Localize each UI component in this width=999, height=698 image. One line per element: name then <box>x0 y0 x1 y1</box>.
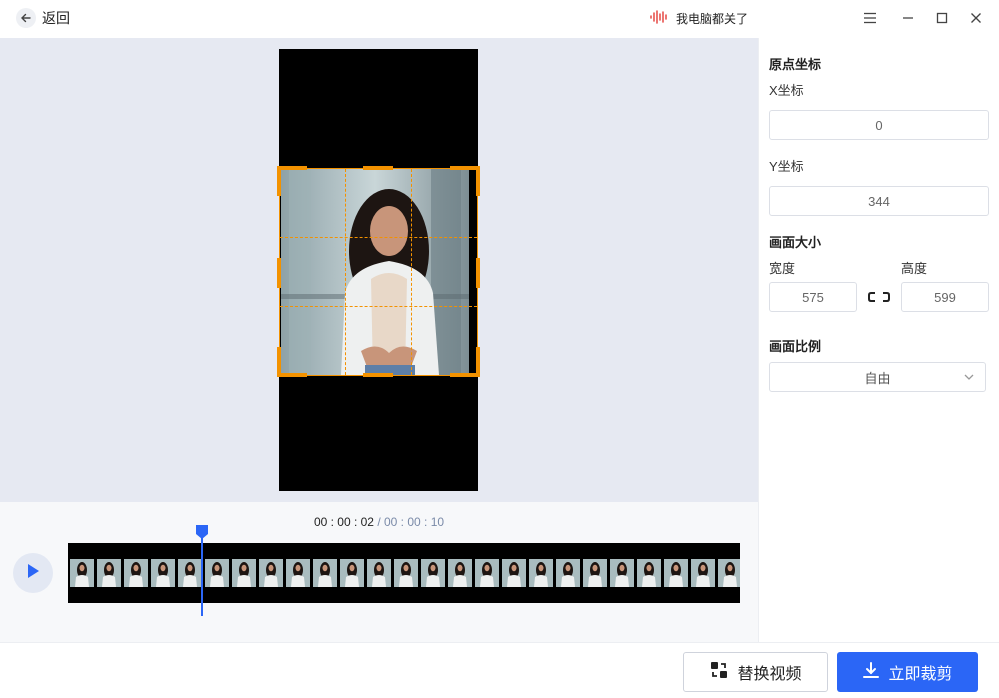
filmstrip-thumbnail <box>421 559 445 587</box>
filmstrip-thumbnail <box>286 559 310 587</box>
x-label: X坐标 <box>769 83 804 98</box>
filmstrip-thumbnail <box>502 559 526 587</box>
back-arrow-icon <box>16 8 36 28</box>
replace-video-label: 替换视频 <box>737 666 802 683</box>
filmstrip-thumbnail <box>178 559 202 587</box>
height-field[interactable]: 599 <box>901 282 989 312</box>
video-frame <box>277 49 480 491</box>
chevron-down-icon <box>963 371 975 386</box>
filmstrip-thumbnail <box>448 559 472 587</box>
origin-title: 原点坐标 <box>769 57 822 72</box>
filmstrip-thumbnail <box>124 559 148 587</box>
grid-line <box>345 169 346 375</box>
ratio-select[interactable]: 自由 <box>769 362 986 392</box>
timeline: 00 : 00 : 02 / 00 : 00 : 10 <box>0 502 758 642</box>
ratio-value: 自由 <box>864 370 891 386</box>
width-field[interactable]: 575 <box>769 282 857 312</box>
replace-icon <box>709 660 729 685</box>
play-button[interactable] <box>13 553 53 593</box>
y-label: Y坐标 <box>769 159 804 174</box>
replace-video-button[interactable]: 替换视频 <box>683 652 828 692</box>
filmstrip-thumbnail <box>475 559 499 587</box>
filmstrip-thumbnail <box>340 559 364 587</box>
crop-handle-top-left[interactable] <box>277 166 307 170</box>
timecode: 00 : 00 : 02 / 00 : 00 : 10 <box>0 515 758 529</box>
crop-handle-right[interactable] <box>476 258 480 288</box>
filmstrip-thumbnail <box>367 559 391 587</box>
filmstrip-thumbnail <box>664 559 688 587</box>
filmstrip-thumbnail <box>97 559 121 587</box>
grid-line <box>280 237 477 238</box>
crop-box[interactable] <box>277 166 480 377</box>
settings-panel: 原点坐标 X坐标 0 Y坐标 344 画面大小 宽度 高度 575 599 画面… <box>758 38 999 642</box>
current-time: 00 : 00 : 02 <box>313 515 374 529</box>
filmstrip-thumbnail <box>313 559 337 587</box>
filmstrip-thumbnail <box>691 559 715 587</box>
size-title: 画面大小 <box>769 235 822 250</box>
menu-icon[interactable] <box>861 9 879 27</box>
back-button[interactable]: 返回 <box>16 8 70 28</box>
filmstrip-thumbnail <box>232 559 256 587</box>
minimize-icon[interactable] <box>899 9 917 27</box>
x-field[interactable]: 0 <box>769 110 989 140</box>
crop-handle-top-right[interactable] <box>476 166 480 196</box>
app-title: 我电脑都关了 <box>650 10 748 27</box>
crop-handle-top-left[interactable] <box>277 166 281 196</box>
grid-line <box>280 306 477 307</box>
crop-handle-bottom-left[interactable] <box>277 373 307 377</box>
filmstrip-thumbnail <box>529 559 553 587</box>
filmstrip-thumbnail <box>583 559 607 587</box>
grid-line <box>411 169 412 375</box>
back-label: 返回 <box>42 10 70 26</box>
app-name: 我电脑都关了 <box>676 12 749 26</box>
crop-handle-left[interactable] <box>277 258 281 288</box>
crop-handle-bottom[interactable] <box>363 373 393 377</box>
sound-wave-icon <box>650 10 668 27</box>
height-label: 高度 <box>901 261 928 276</box>
ratio-title: 画面比例 <box>769 339 822 354</box>
filmstrip-thumbnail <box>610 559 634 587</box>
maximize-icon[interactable] <box>933 9 951 27</box>
filmstrip-thumbnail <box>637 559 661 587</box>
download-icon <box>862 661 880 684</box>
crop-now-button[interactable]: 立即裁剪 <box>837 652 978 692</box>
filmstrip[interactable] <box>68 543 740 603</box>
time-separator: / <box>373 515 384 529</box>
playhead-handle[interactable] <box>195 524 209 540</box>
filmstrip-thumbnail <box>259 559 283 587</box>
width-label: 宽度 <box>769 261 796 276</box>
total-time: 00 : 00 : 10 <box>384 515 445 529</box>
crop-now-label: 立即裁剪 <box>888 666 953 683</box>
video-crop-app: 返回 我电脑都关了 00: 00: 02 / 00: 00: 10 原点… <box>0 0 999 698</box>
close-icon[interactable] <box>967 9 985 27</box>
crop-handle-bottom-right[interactable] <box>476 347 480 377</box>
crop-handle-top[interactable] <box>363 166 393 170</box>
y-field[interactable]: 344 <box>769 186 989 216</box>
link-icon[interactable] <box>867 290 891 309</box>
filmstrip-thumbnail <box>205 559 229 587</box>
action-bar: 替换视频 立即裁剪 <box>0 642 999 698</box>
filmstrip-thumbnail <box>70 559 94 587</box>
playhead[interactable] <box>201 538 204 616</box>
filmstrip-thumbnail <box>718 559 740 587</box>
title-bar: 返回 我电脑都关了 <box>0 0 999 38</box>
video-preview-area <box>0 38 758 502</box>
filmstrip-thumbnail <box>394 559 418 587</box>
play-icon <box>25 562 41 585</box>
filmstrip-thumbnail <box>556 559 580 587</box>
filmstrip-thumbnail <box>151 559 175 587</box>
